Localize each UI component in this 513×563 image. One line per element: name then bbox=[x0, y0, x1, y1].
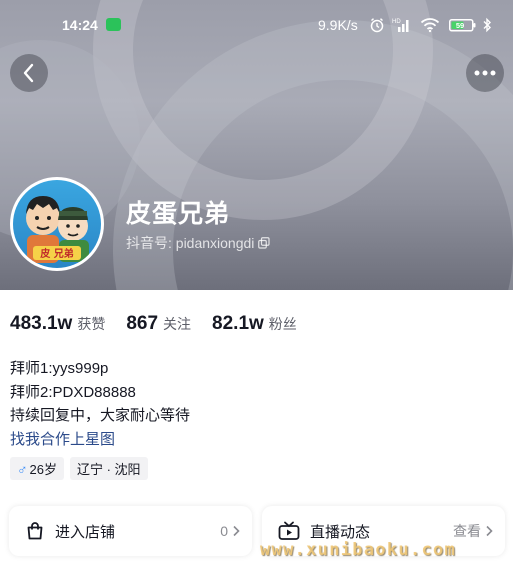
profile-header: 14:24 9.9K/s HD 59 皮 兄弟 皮蛋兄弟 抖音号: pidanx… bbox=[0, 0, 513, 290]
profile-bio: 拜师1:yys999p 拜师2:PDXD88888 持续回复中，大家耐心等待 找… bbox=[10, 357, 190, 451]
bio-link[interactable]: 找我合作上星图 bbox=[10, 428, 190, 452]
stat-following[interactable]: 867 关注 bbox=[126, 313, 191, 335]
stat-followers-value: 82.1w bbox=[212, 313, 264, 334]
more-dots-icon bbox=[474, 70, 496, 76]
location-text: 辽宁 · 沈阳 bbox=[76, 462, 141, 477]
stat-following-label: 关注 bbox=[163, 316, 192, 332]
wifi-icon bbox=[420, 18, 440, 33]
douyin-id[interactable]: 抖音号: pidanxiongdi bbox=[126, 233, 271, 253]
battery-icon: 59 bbox=[449, 19, 476, 32]
shop-card[interactable]: 进入店铺 0 bbox=[9, 506, 252, 556]
status-bar: 14:24 9.9K/s HD 59 bbox=[0, 14, 513, 38]
bio-line: 拜师1:yys999p bbox=[10, 360, 109, 377]
network-speed: 9.9K/s bbox=[318, 17, 358, 33]
stat-following-value: 867 bbox=[126, 313, 159, 334]
live-view: 查看 bbox=[453, 523, 481, 539]
shop-label: 进入店铺 bbox=[55, 523, 116, 541]
svg-text:皮 兄弟: 皮 兄弟 bbox=[39, 247, 73, 260]
shopping-bag-icon bbox=[27, 522, 43, 540]
svg-text:HD: HD bbox=[392, 19, 401, 25]
stat-likes-value: 483.1w bbox=[10, 313, 73, 334]
shop-count: 0 bbox=[220, 523, 228, 539]
profile-stats: 483.1w 获赞 867 关注 82.1w 粉丝 bbox=[10, 313, 318, 335]
bio-line: 持续回复中，大家耐心等待 bbox=[10, 407, 191, 424]
location-tag: 辽宁 · 沈阳 bbox=[69, 457, 148, 480]
chevron-right-icon bbox=[486, 525, 493, 537]
age-tag: ♂ 26岁 bbox=[10, 457, 64, 480]
avatar-image: 皮 兄弟 bbox=[13, 180, 101, 268]
stat-followers-label: 粉丝 bbox=[268, 316, 297, 332]
bluetooth-icon bbox=[483, 17, 491, 33]
douyin-id-text: 抖音号: pidanxiongdi bbox=[126, 235, 255, 251]
profile-tags: ♂ 26岁 辽宁 · 沈阳 bbox=[10, 457, 148, 480]
wechat-icon bbox=[106, 18, 121, 31]
back-button[interactable] bbox=[10, 54, 48, 92]
male-icon: ♂ bbox=[17, 460, 28, 477]
signal-icon: HD bbox=[392, 19, 409, 32]
stat-followers[interactable]: 82.1w 粉丝 bbox=[212, 313, 297, 335]
avatar-cartoon-icon: 皮 兄弟 bbox=[26, 196, 89, 263]
stat-likes[interactable]: 483.1w 获赞 bbox=[10, 313, 105, 335]
live-label: 直播动态 bbox=[310, 523, 371, 541]
svg-text:59: 59 bbox=[456, 21, 464, 30]
chevron-left-icon bbox=[23, 63, 34, 83]
profile-name: 皮蛋兄弟 bbox=[126, 200, 231, 228]
watermark: www.xunibaoku.com bbox=[260, 540, 457, 560]
copy-icon[interactable] bbox=[258, 237, 271, 249]
age-text: 26岁 bbox=[29, 462, 57, 477]
bio-line: 拜师2:PDXD88888 bbox=[10, 383, 136, 401]
avatar[interactable]: 皮 兄弟 bbox=[10, 177, 104, 271]
stat-likes-label: 获赞 bbox=[77, 316, 106, 332]
alarm-icon bbox=[370, 18, 384, 33]
status-time: 14:24 bbox=[62, 17, 98, 33]
chevron-right-icon bbox=[233, 525, 240, 537]
more-button[interactable] bbox=[466, 54, 504, 92]
tv-icon bbox=[278, 521, 300, 540]
